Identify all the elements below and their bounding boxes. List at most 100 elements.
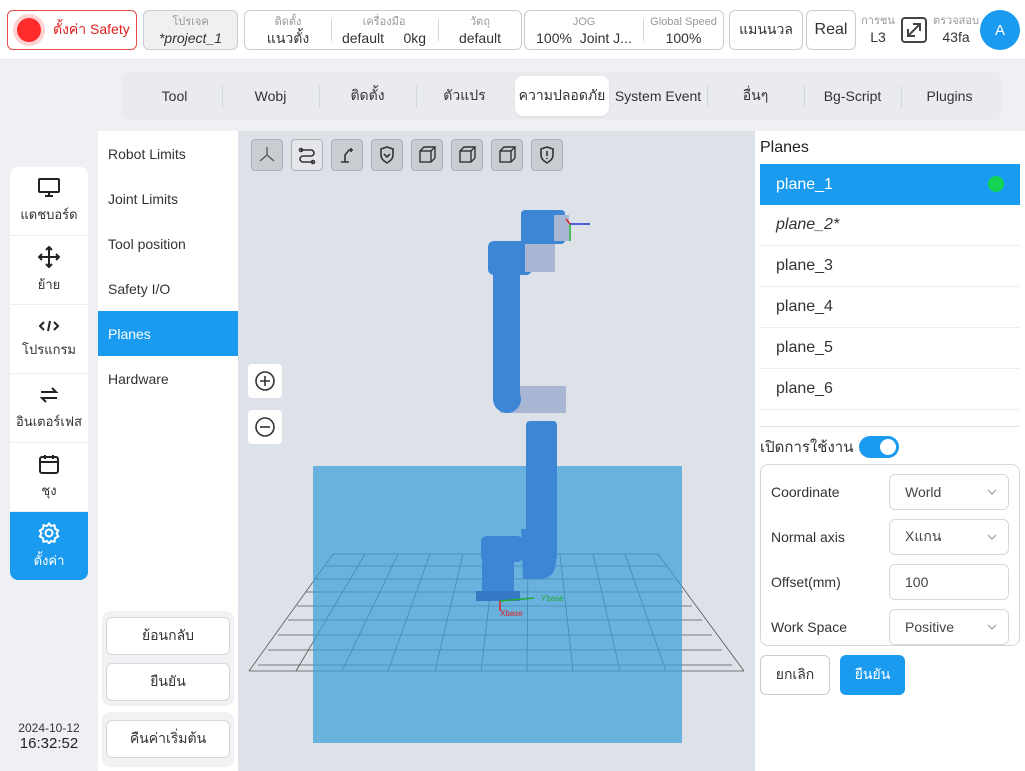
enable-row: เปิดการใช้งาน [760, 435, 900, 459]
tab-variables[interactable]: ตัวแปร [417, 76, 512, 116]
plane-item-3[interactable]: plane_3 [760, 246, 1020, 287]
safety-plane [313, 466, 682, 743]
install-object[interactable]: วัตถุ default [438, 11, 522, 49]
nav-interface-label: อินเตอร์เฟส [16, 413, 82, 429]
interface-icon [39, 386, 59, 403]
coordinate-select[interactable]: World [889, 474, 1009, 510]
plane-item-label: plane_6 [776, 380, 833, 397]
real-mode-button[interactable]: Real [806, 10, 856, 50]
jog-selector[interactable]: JOG 100% Joint J... Global Speed 100% [524, 10, 724, 50]
submenu-joint-limits[interactable]: Joint Limits [98, 176, 238, 221]
jog-label: JOG [572, 16, 596, 28]
submenu-hardware[interactable]: Hardware [98, 356, 238, 401]
path-icon[interactable] [291, 139, 323, 171]
shield-view-icon[interactable] [371, 139, 403, 171]
offset-value: 100 [905, 574, 929, 590]
workspace-row: Work Space Positive [771, 609, 1011, 645]
workspace-select[interactable]: Positive [889, 609, 1009, 645]
tab-tool[interactable]: Tool [127, 76, 222, 116]
safety-settings-button[interactable]: ตั้งค่า Safety [7, 10, 137, 50]
nav-program[interactable]: โปรแกรม [10, 305, 88, 374]
global-speed-label: Global Speed [650, 16, 717, 28]
user-avatar[interactable]: A [980, 10, 1020, 50]
checksum-value: 43fa [942, 29, 970, 45]
submenu-tool-position[interactable]: Tool position [98, 221, 238, 266]
nav-interface[interactable]: อินเตอร์เฟส [10, 374, 88, 443]
base-x-label: Xbase [500, 609, 523, 618]
nav-calendar[interactable]: ชุง [10, 443, 88, 512]
plane-item-5[interactable]: plane_5 [760, 328, 1020, 369]
cube-side-icon[interactable] [451, 139, 483, 171]
plane-item-2[interactable]: plane_2* [760, 205, 1020, 246]
tab-wobj[interactable]: Wobj [223, 76, 318, 116]
object-value: default [458, 30, 502, 46]
object-label: วัตถุ [470, 16, 490, 28]
nav-dashboard[interactable]: แดชบอร์ด [10, 167, 88, 236]
active-status-icon [988, 176, 1004, 192]
nav-move[interactable]: ย้าย [10, 236, 88, 305]
zoom-in-icon [255, 371, 275, 391]
cube-top-icon[interactable] [491, 139, 523, 171]
nav-calendar-label: ชุง [41, 482, 57, 498]
tab-safety[interactable]: ความปลอดภัย [515, 76, 609, 116]
enable-toggle[interactable] [859, 436, 900, 458]
plane-item-1[interactable]: plane_1 [760, 164, 1020, 205]
tab-system-event[interactable]: System Event [610, 76, 706, 116]
manual-mode-button[interactable]: แมนนวล [729, 10, 803, 50]
submenu-confirm-button[interactable]: ยืนยัน [106, 663, 230, 701]
plane-item-4[interactable]: plane_4 [760, 287, 1020, 328]
install-selector[interactable]: ติดตั้ง แนวตั้ง เครื่องมือ default 0kg ว… [244, 10, 522, 50]
tab-other[interactable]: อื่นๆ [708, 76, 803, 116]
floor-grid [248, 553, 745, 672]
base-y-label: Ybase [541, 594, 564, 603]
settings-tabs: Tool Wobj ติดตั้ง ตัวแปร ความปลอดภัย Sys… [122, 72, 1001, 120]
jog-setting[interactable]: JOG 100% Joint J... [525, 11, 643, 49]
zoom-out-button[interactable] [248, 410, 282, 444]
robot-3d-viewport[interactable]: Xbase Ybase [238, 131, 755, 771]
plane-item-6[interactable]: plane_6 [760, 369, 1020, 410]
tool-value: default [341, 30, 384, 46]
submenu-action-group: ย้อนกลับ ยืนยัน [102, 611, 234, 706]
install-tool[interactable]: เครื่องมือ default 0kg [331, 11, 437, 49]
confirm-button[interactable]: ยืนยัน [840, 655, 905, 695]
normal-axis-label: Normal axis [771, 529, 845, 545]
view-axis-icon[interactable] [251, 139, 283, 171]
coordinate-label: Coordinate [771, 484, 840, 500]
zoom-in-button[interactable] [248, 364, 282, 398]
planes-title: Planes [760, 139, 809, 156]
collision-value: L3 [870, 29, 886, 45]
cube-front-icon[interactable] [411, 139, 443, 171]
plane-list: plane_1 plane_2* plane_3 plane_4 plane_5… [760, 164, 1020, 410]
real-mode-label: Real [814, 21, 848, 38]
offset-input[interactable]: 100 [889, 564, 1009, 600]
robot-icon[interactable] [331, 139, 363, 171]
base-frame-axes [499, 597, 535, 611]
collision-level[interactable]: การชน L3 [860, 14, 896, 46]
tab-bg-script[interactable]: Bg-Script [805, 76, 900, 116]
expand-icon[interactable] [900, 16, 928, 44]
safety-shield-icon[interactable] [531, 139, 563, 171]
back-button[interactable]: ย้อนกลับ [106, 617, 230, 655]
install-mount[interactable]: ติดตั้ง แนวตั้ง [245, 11, 331, 49]
monitor-icon [38, 177, 60, 197]
submenu-robot-limits[interactable]: Robot Limits [98, 131, 238, 176]
nav-settings[interactable]: ตั้งค่า [10, 512, 88, 580]
cancel-button[interactable]: ยกเลิก [760, 655, 830, 695]
nav-settings-label: ตั้งค่า [33, 553, 65, 568]
gear-icon [38, 522, 60, 544]
chevron-down-icon [987, 534, 997, 540]
global-speed-setting[interactable]: Global Speed 100% [643, 11, 724, 49]
weight-value: 0kg [403, 30, 427, 46]
reset-defaults-button[interactable]: คืนค่าเริ่มต้น [106, 720, 230, 758]
submenu-planes[interactable]: Planes [98, 311, 238, 356]
checksum: ตรวจสอบ 43fa [930, 14, 982, 46]
normal-axis-select[interactable]: Xแกน [889, 519, 1009, 555]
zoom-out-icon [255, 417, 275, 437]
project-selector[interactable]: โปรเจค *project_1 [143, 10, 238, 50]
install-label: ติดตั้ง [274, 16, 302, 28]
submenu-safety-io[interactable]: Safety I/O [98, 266, 238, 311]
normal-axis-value: Xแกน [905, 528, 942, 544]
nav-dashboard-label: แดชบอร์ด [20, 206, 78, 222]
tab-install[interactable]: ติดตั้ง [320, 76, 415, 116]
tab-plugins[interactable]: Plugins [902, 76, 997, 116]
